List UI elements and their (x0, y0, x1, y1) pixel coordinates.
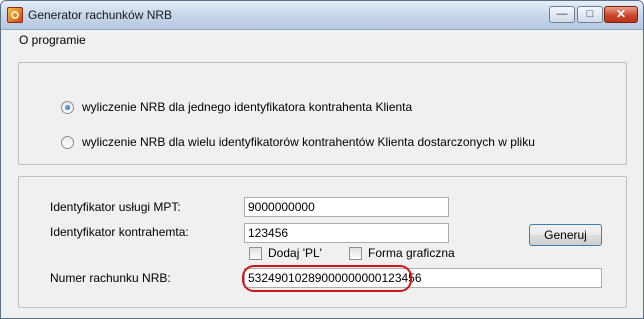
contractor-label: Identyfikator kontrahemta: (50, 225, 189, 239)
maximize-button[interactable]: □ (577, 6, 603, 23)
window-title: Generator rachunków NRB (28, 8, 173, 22)
radio-multiple-ids[interactable] (61, 136, 74, 149)
radio-single-id[interactable] (61, 101, 74, 114)
menu-bar: O programie (1, 30, 643, 50)
mpt-input[interactable]: 9000000000 (244, 197, 449, 217)
graphic-form-checkbox[interactable] (349, 247, 362, 260)
minimize-button[interactable]: — (549, 6, 575, 23)
radio-single-id-label[interactable]: wyliczenie NRB dla jednego identyfikator… (82, 100, 412, 114)
nrb-highlight-ellipse (242, 265, 412, 292)
nrb-label: Numer rachunku NRB: (50, 271, 171, 285)
menu-item-about[interactable]: O programie (19, 33, 86, 47)
close-button[interactable]: ✕ (604, 6, 638, 23)
title-bar[interactable]: Generator rachunków NRB — □ ✕ (1, 1, 643, 30)
generate-button[interactable]: Generuj (529, 224, 602, 246)
add-pl-label[interactable]: Dodaj 'PL' (268, 246, 322, 260)
mode-groupbox: wyliczenie NRB dla jednego identyfikator… (18, 62, 627, 165)
mpt-label: Identyfikator usługi MPT: (50, 200, 181, 214)
add-pl-checkbox[interactable] (249, 247, 262, 260)
app-icon (7, 7, 23, 23)
graphic-form-label[interactable]: Forma graficzna (368, 246, 455, 260)
contractor-input[interactable]: 123456 (244, 223, 449, 243)
radio-multiple-ids-label[interactable]: wyliczenie NRB dla wielu identyfikatorów… (82, 135, 535, 149)
app-window: Generator rachunków NRB — □ ✕ O programi… (0, 0, 644, 319)
